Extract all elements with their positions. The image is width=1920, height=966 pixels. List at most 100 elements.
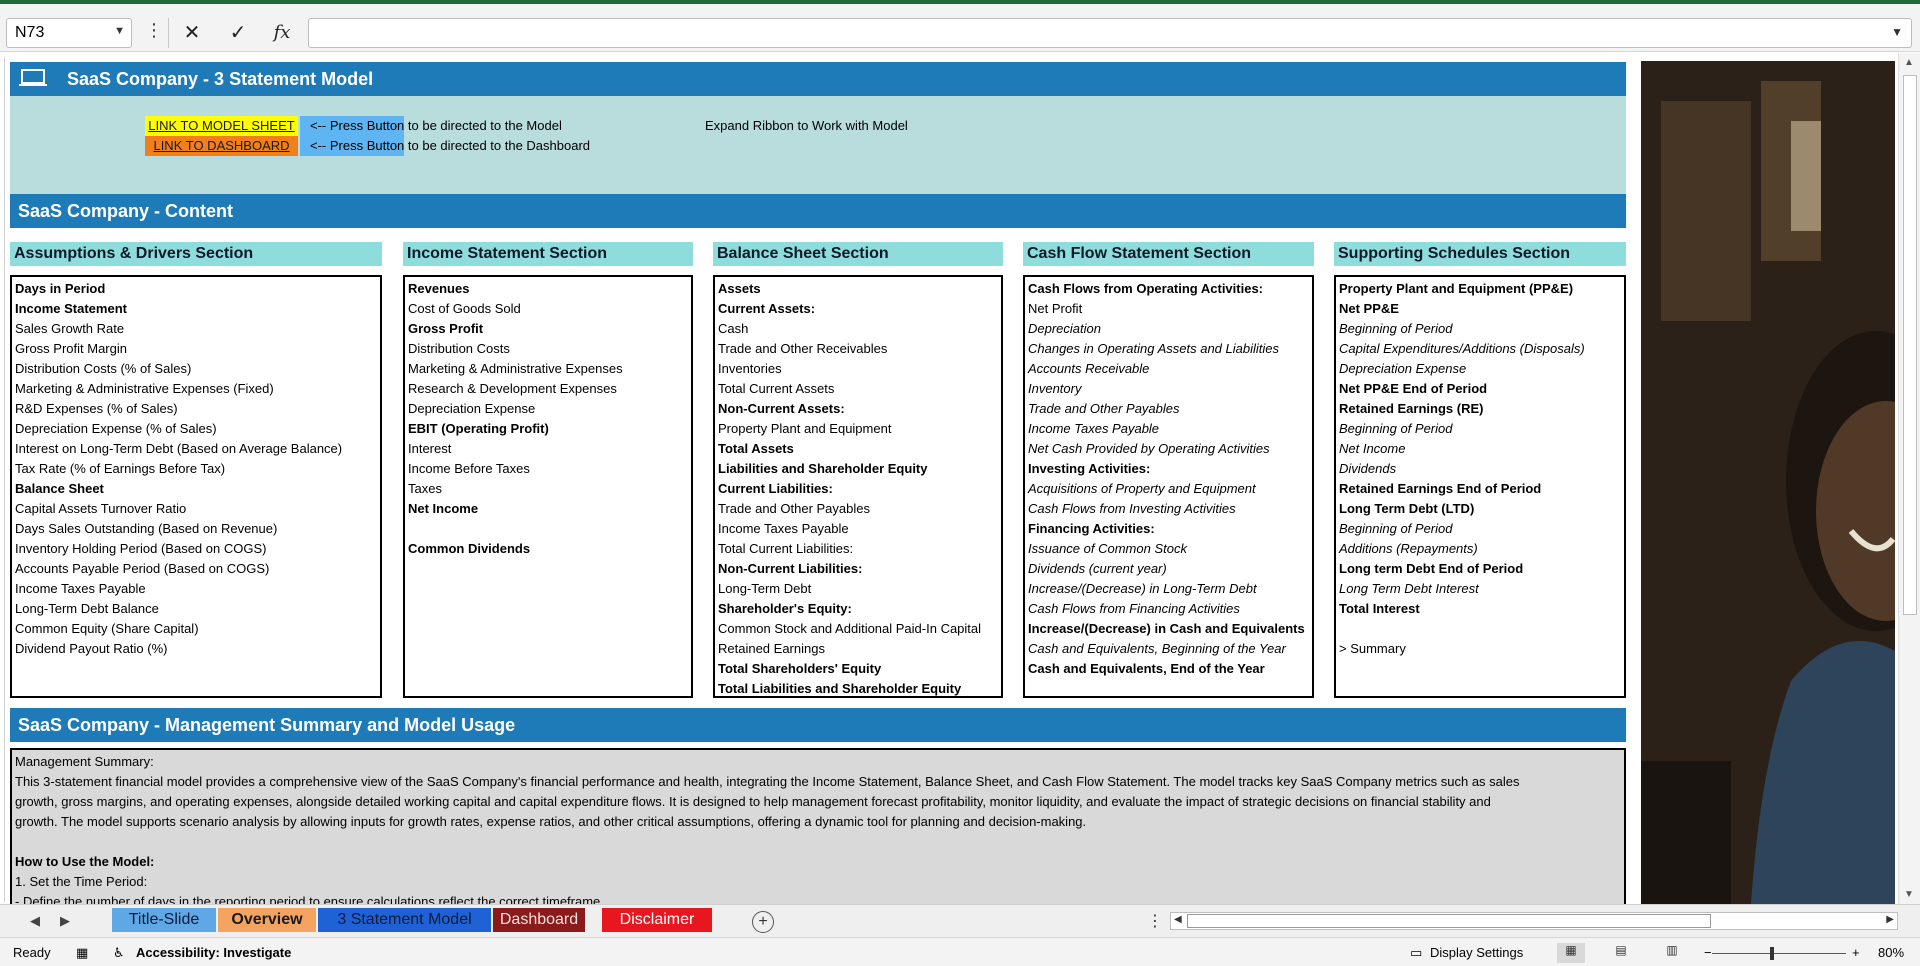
- model-link-hint: <-- Press Button to be directed to the M…: [310, 118, 562, 133]
- section-item: Dividends (current year): [1028, 561, 1167, 576]
- content-title: SaaS Company - Content: [18, 201, 234, 221]
- zoom-in-icon[interactable]: +: [1852, 945, 1860, 961]
- section-item: Current Assets:: [718, 301, 816, 316]
- management-summary-line: - Define the number of days in the repor…: [15, 894, 604, 904]
- display-settings[interactable]: Display Settings: [1430, 945, 1523, 961]
- section-item: Marketing & Administrative Expenses (Fix…: [15, 381, 274, 396]
- section-item: Long-Term Debt: [718, 581, 812, 596]
- section-item: > Summary: [1339, 641, 1406, 656]
- section-item: Property Plant and Equipment: [718, 421, 892, 436]
- section-item: Total Assets: [718, 441, 794, 456]
- section-item: Long term Debt End of Period: [1339, 561, 1524, 576]
- section-header-assumptions: Assumptions & Drivers Section: [10, 242, 382, 266]
- accessibility-status[interactable]: Accessibility: Investigate: [136, 945, 291, 961]
- section-item: Increase/(Decrease) in Long-Term Debt: [1028, 581, 1257, 596]
- link-to-dashboard-button[interactable]: LINK TO DASHBOARD: [145, 136, 298, 156]
- formula-bar: N73 ▼ ⋮ ✕ ✓ fx ▼: [0, 4, 1920, 52]
- link-to-model-sheet-button[interactable]: LINK TO MODEL SHEET: [145, 116, 298, 136]
- section-item: Net Cash Provided by Operating Activitie…: [1028, 441, 1270, 456]
- section-item: Long Term Debt (LTD): [1339, 501, 1475, 516]
- scroll-right-icon[interactable]: ▶: [1886, 914, 1894, 925]
- sheet-tab[interactable]: Dashboard: [493, 908, 585, 932]
- insert-function-icon[interactable]: fx: [265, 18, 299, 48]
- enter-icon[interactable]: ✓: [221, 18, 255, 48]
- section-item: Current Liabilities:: [718, 481, 833, 496]
- section-item: Cash Flows from Financing Activities: [1028, 601, 1240, 616]
- section-item: Sales Growth Rate: [15, 321, 125, 336]
- management-summary-line: Management Summary:: [15, 754, 154, 769]
- model-title: SaaS Company - 3 Statement Model: [67, 69, 374, 89]
- section-item: Trade and Other Payables: [1028, 401, 1180, 416]
- more-options-icon[interactable]: ⋮: [1147, 911, 1163, 931]
- section-item: Depreciation Expense (% of Sales): [15, 421, 217, 436]
- tab-prev-icon[interactable]: ◀: [30, 913, 40, 929]
- section-item: Net Profit: [1028, 301, 1083, 316]
- horizontal-scroll-thumb[interactable]: [1187, 914, 1711, 928]
- section-item: Balance Sheet: [15, 481, 104, 496]
- vertical-scroll-thumb[interactable]: [1903, 75, 1917, 615]
- sheet-tab[interactable]: Disclaimer: [602, 908, 712, 932]
- section-header-balance-sheet: Balance Sheet Section: [713, 242, 1003, 266]
- section-item: Total Current Assets: [718, 381, 835, 396]
- section-item: Investing Activities:: [1028, 461, 1151, 476]
- section-item: Total Interest: [1339, 601, 1420, 616]
- section-item: Acquisitions of Property and Equipment: [1028, 481, 1256, 496]
- section-item: Increase/(Decrease) in Cash and Equivale…: [1028, 621, 1305, 636]
- section-item: Income Taxes Payable: [1028, 421, 1160, 436]
- accessibility-icon[interactable]: ♿: [113, 945, 125, 961]
- section-item: Total Shareholders' Equity: [718, 661, 882, 676]
- section-item: Capital Assets Turnover Ratio: [15, 501, 187, 516]
- add-sheet-icon[interactable]: +: [752, 911, 774, 933]
- expand-formula-icon[interactable]: ▼: [1891, 25, 1903, 39]
- horizontal-scrollbar[interactable]: ◀ ▶: [1170, 912, 1898, 930]
- section-item: Retained Earnings End of Period: [1339, 481, 1542, 496]
- section-item: Income Statement: [15, 301, 127, 316]
- section-item: Interest on Long-Term Debt (Based on Ave…: [15, 441, 343, 456]
- management-summary-line: growth. The model supports scenario anal…: [15, 814, 1087, 829]
- management-summary-banner: SaaS Company - Management Summary and Mo…: [10, 708, 1626, 742]
- zoom-level[interactable]: 80%: [1878, 945, 1904, 961]
- section-item: Accounts Receivable: [1028, 361, 1150, 376]
- management-summary-line: This 3-statement financial model provide…: [15, 774, 1520, 789]
- zoom-out-icon[interactable]: −: [1704, 945, 1712, 961]
- more-options-icon[interactable]: ⋮: [145, 20, 163, 41]
- macro-recording-icon[interactable]: ▦: [76, 945, 88, 961]
- section-item: Common Equity (Share Capital): [15, 621, 199, 636]
- scroll-left-icon[interactable]: ◀: [1174, 914, 1182, 925]
- vertical-scrollbar[interactable]: ▲ ▼: [1898, 53, 1920, 904]
- section-item: Beginning of Period: [1339, 321, 1453, 336]
- section-item: Inventory Holding Period (Based on COGS): [15, 541, 267, 556]
- cancel-icon[interactable]: ✕: [175, 18, 209, 48]
- sheet-tab[interactable]: Overview: [218, 908, 316, 932]
- section-item: Beginning of Period: [1339, 521, 1453, 536]
- scroll-up-icon[interactable]: ▲: [1904, 57, 1914, 68]
- page-layout-icon[interactable]: ▤: [1607, 943, 1635, 963]
- normal-view-icon[interactable]: ▦: [1557, 943, 1585, 963]
- worksheet[interactable]: SaaS Company - 3 Statement Model LINK TO…: [0, 53, 1920, 904]
- section-box-supporting-schedules: Property Plant and Equipment (PP&E) Net P…: [1334, 275, 1626, 698]
- section-item: Long Term Debt Interest: [1339, 581, 1479, 596]
- management-summary-line: growth, gross margins, and operating exp…: [15, 794, 1491, 809]
- section-item: Days Sales Outstanding (Based on Revenue…: [15, 521, 278, 536]
- zoom-slider[interactable]: [1712, 953, 1846, 954]
- scroll-down-icon[interactable]: ▼: [1904, 889, 1914, 900]
- tab-next-icon[interactable]: ▶: [60, 913, 70, 929]
- zoom-slider-thumb[interactable]: [1770, 947, 1774, 960]
- section-item: Income Taxes Payable: [718, 521, 849, 536]
- section-item: Tax Rate (% of Earnings Before Tax): [15, 461, 226, 476]
- sheet-tab[interactable]: Title-Slide: [112, 908, 216, 932]
- sheet-tabs-bar: ◀ ▶ Title-Slide Overview 3 Statement Model…: [0, 904, 1920, 937]
- section-item: Common Dividends: [408, 541, 531, 556]
- display-settings-icon[interactable]: ▭: [1410, 945, 1422, 961]
- sheet-tab[interactable]: 3 Statement Model: [318, 908, 491, 932]
- formula-input[interactable]: ▼: [308, 18, 1912, 48]
- chevron-down-icon[interactable]: ▼: [114, 25, 125, 37]
- management-summary-line: How to Use the Model:: [15, 854, 155, 869]
- section-item: Total Liabilities and Shareholder Equity: [718, 681, 962, 696]
- section-item: Depreciation Expense: [408, 401, 536, 416]
- section-item: Research & Development Expenses: [408, 381, 617, 396]
- section-item: Liabilities and Shareholder Equity: [718, 461, 928, 476]
- name-box[interactable]: N73 ▼: [6, 18, 132, 48]
- page-break-preview-icon[interactable]: ▥: [1658, 943, 1686, 963]
- section-item: Net Income: [1339, 441, 1406, 456]
